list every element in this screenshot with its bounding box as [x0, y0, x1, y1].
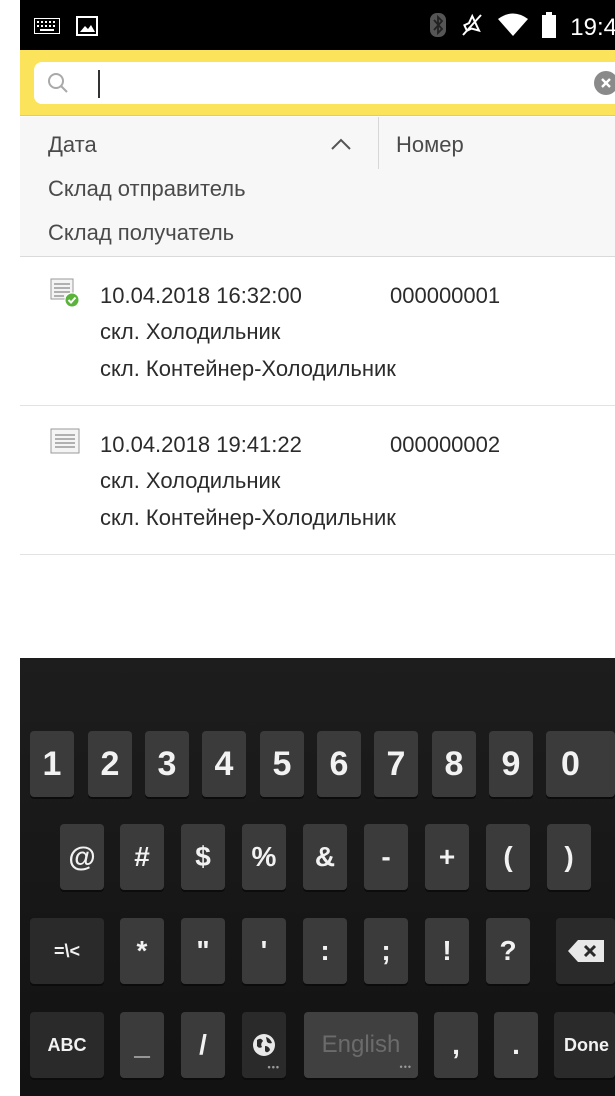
key-apostrophe[interactable]: '	[242, 918, 286, 984]
document-icon	[50, 427, 80, 455]
document-posted-icon	[50, 278, 80, 308]
image-icon	[76, 16, 98, 41]
search-bar	[20, 50, 615, 116]
keyboard-icon	[34, 18, 60, 39]
row-sender: скл. Холодильник	[100, 468, 281, 493]
key-ampersand[interactable]: &	[303, 824, 347, 890]
key-exclamation[interactable]: !	[425, 918, 469, 984]
key-hash[interactable]: #	[120, 824, 164, 890]
battery-icon	[542, 12, 557, 43]
column-header-sender[interactable]: Склад отправитель	[48, 175, 246, 203]
column-divider	[378, 117, 379, 169]
text-cursor	[98, 70, 100, 98]
column-header-number[interactable]: Номер	[396, 131, 464, 159]
key-minus[interactable]: -	[364, 824, 408, 890]
row-receiver: скл. Контейнер-Холодильник	[100, 505, 396, 530]
key-period[interactable]: .	[494, 1012, 538, 1078]
table-row[interactable]: 10.04.2018 16:32:00 000000001 скл. Холод…	[20, 258, 615, 406]
key-colon[interactable]: :	[303, 918, 347, 984]
key-5[interactable]: 5	[260, 731, 304, 797]
key-open-paren[interactable]: (	[486, 824, 530, 890]
row-number: 000000001	[390, 283, 501, 308]
row-number: 000000002	[390, 432, 501, 457]
bluetooth-icon	[430, 13, 447, 42]
more-options-dots: •••	[267, 1062, 280, 1072]
key-close-paren[interactable]: )	[547, 824, 591, 890]
row-sender: скл. Холодильник	[100, 319, 281, 344]
key-double-quote[interactable]: "	[181, 918, 225, 984]
key-percent[interactable]: %	[242, 824, 286, 890]
more-options-dots: •••	[399, 1062, 412, 1072]
key-question[interactable]: ?	[486, 918, 530, 984]
clear-search-button[interactable]	[594, 71, 615, 95]
key-underscore[interactable]: _	[120, 1012, 164, 1078]
key-3[interactable]: 3	[145, 731, 189, 797]
key-semicolon[interactable]: ;	[364, 918, 408, 984]
key-plus[interactable]: +	[425, 824, 469, 890]
key-1[interactable]: 1	[30, 731, 74, 797]
list-empty-area	[20, 555, 615, 658]
screen-edge	[0, 0, 20, 1096]
column-header-receiver[interactable]: Склад получатель	[48, 219, 234, 247]
key-more-symbols[interactable]: =\<	[30, 918, 104, 984]
wifi-icon	[498, 13, 529, 42]
clock: 19:4	[570, 13, 615, 41]
backspace-icon	[567, 940, 604, 962]
key-6[interactable]: 6	[317, 731, 361, 797]
search-icon	[46, 71, 70, 95]
search-field[interactable]	[34, 62, 615, 104]
sort-ascending-icon[interactable]	[330, 137, 352, 151]
table-row[interactable]: 10.04.2018 19:41:22 000000002 скл. Холод…	[20, 407, 615, 555]
row-date: 10.04.2018 19:41:22	[100, 432, 302, 457]
close-icon	[601, 78, 611, 88]
search-input[interactable]	[80, 66, 560, 100]
column-header-date[interactable]: Дата	[48, 131, 97, 159]
table-header: Дата Номер Склад отправитель Склад получ…	[20, 117, 615, 257]
mute-icon	[460, 13, 484, 42]
app-window: 19:4 Дата Номер Склад отправитель Склад …	[20, 0, 615, 1096]
key-2[interactable]: 2	[88, 731, 132, 797]
key-9[interactable]: 9	[489, 731, 533, 797]
device-screen: 19:4 Дата Номер Склад отправитель Склад …	[0, 0, 615, 1096]
space-key[interactable]: English •••	[304, 1012, 418, 1078]
done-key[interactable]: Done	[554, 1012, 615, 1078]
on-screen-keyboard: 1 2 3 4 5 6 7 8 9 0 @ # $ % & - + ( ) =\…	[20, 658, 615, 1096]
status-bar: 19:4	[20, 0, 615, 50]
key-8[interactable]: 8	[432, 731, 476, 797]
key-slash[interactable]: /	[181, 1012, 225, 1078]
globe-icon	[253, 1034, 275, 1056]
key-asterisk[interactable]: *	[120, 918, 164, 984]
key-at[interactable]: @	[60, 824, 104, 890]
key-4[interactable]: 4	[202, 731, 246, 797]
key-dollar[interactable]: $	[181, 824, 225, 890]
row-receiver: скл. Контейнер-Холодильник	[100, 356, 396, 381]
abc-key[interactable]: ABC	[30, 1012, 104, 1078]
key-7[interactable]: 7	[374, 731, 418, 797]
key-0[interactable]: 0	[546, 731, 615, 797]
backspace-key[interactable]	[556, 918, 615, 984]
row-date: 10.04.2018 16:32:00	[100, 283, 302, 308]
key-comma[interactable]: ,	[434, 1012, 478, 1078]
language-key[interactable]: •••	[242, 1012, 286, 1078]
